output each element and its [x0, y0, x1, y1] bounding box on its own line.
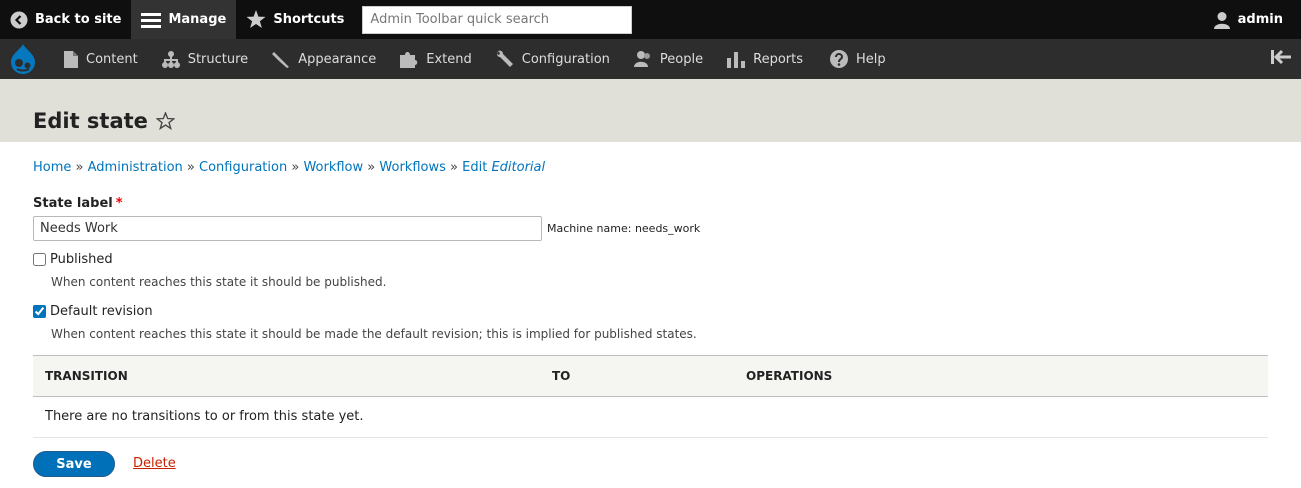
- admin-menu-tray: Content Structure Appearance Extend Conf…: [0, 39, 1301, 79]
- tray-item-label: Appearance: [298, 51, 377, 67]
- user-label: admin: [1237, 12, 1283, 27]
- collapse-left-icon: [1271, 49, 1291, 65]
- admin-toolbar-search-input[interactable]: [362, 5, 633, 34]
- breadcrumb-separator: »: [186, 160, 195, 175]
- shortcuts-tab[interactable]: Shortcuts: [236, 0, 354, 39]
- column-header-operations: OPERATIONS: [746, 369, 833, 383]
- shortcuts-label: Shortcuts: [273, 12, 345, 27]
- state-label-heading: State label *: [33, 196, 123, 211]
- breadcrumb-edit-editorial[interactable]: Edit Editorial: [462, 160, 545, 175]
- help-icon: [830, 50, 848, 68]
- tray-item-reports[interactable]: Reports: [715, 39, 815, 79]
- breadcrumb-edit-emph: Editorial: [491, 160, 546, 175]
- breadcrumb-separator: »: [367, 160, 376, 175]
- required-marker: *: [115, 196, 123, 211]
- user-icon: [1213, 11, 1230, 29]
- breadcrumb-home[interactable]: Home: [33, 160, 71, 175]
- tray-item-help[interactable]: Help: [815, 39, 898, 79]
- breadcrumb: Home » Administration » Configuration » …: [33, 160, 545, 175]
- default-revision-description: When content reaches this state it shoul…: [51, 327, 697, 341]
- table-row: There are no transitions to or from this…: [33, 397, 1268, 438]
- delete-link[interactable]: Delete: [133, 456, 176, 471]
- admin-toolbar: Back to site Manage Shortcuts admin: [0, 0, 1301, 39]
- tray-item-content[interactable]: Content: [46, 39, 150, 79]
- save-button[interactable]: Save: [33, 451, 115, 477]
- breadcrumb-workflows[interactable]: Workflows: [379, 160, 445, 175]
- column-header-transition: TRANSITION: [45, 369, 128, 383]
- state-label-text: State label: [33, 196, 113, 211]
- page-title-wrapper: Edit state: [33, 109, 175, 133]
- user-menu[interactable]: admin: [1203, 0, 1301, 39]
- tray-item-structure[interactable]: Structure: [150, 39, 260, 79]
- default-revision-option[interactable]: Default revision: [33, 304, 153, 319]
- tray-item-people[interactable]: People: [622, 39, 715, 79]
- back-to-site-link[interactable]: Back to site: [0, 0, 131, 39]
- empty-table-message: There are no transitions to or from this…: [45, 409, 364, 424]
- published-description: When content reaches this state it shoul…: [51, 275, 387, 289]
- bar-chart-icon: [727, 52, 746, 68]
- document-icon: [64, 50, 78, 68]
- transitions-table: TRANSITION TO OPERATIONS There are no tr…: [33, 355, 1268, 438]
- back-to-site-label: Back to site: [35, 12, 122, 27]
- breadcrumb-administration[interactable]: Administration: [88, 160, 183, 175]
- manage-label: Manage: [168, 12, 227, 27]
- breadcrumb-configuration[interactable]: Configuration: [199, 160, 287, 175]
- structure-icon: [161, 50, 180, 68]
- machine-name-text: Machine name: needs_work: [547, 222, 701, 235]
- breadcrumb-separator: »: [291, 160, 300, 175]
- tray-item-extend[interactable]: Extend: [388, 39, 484, 79]
- breadcrumb-edit-prefix: Edit: [462, 160, 492, 175]
- star-outline-icon[interactable]: [155, 112, 175, 130]
- tray-item-label: Extend: [426, 51, 472, 67]
- collapse-tray-button[interactable]: [1271, 49, 1291, 69]
- puzzle-icon: [400, 52, 418, 68]
- wrench-icon: [496, 50, 513, 67]
- tray-item-label: Configuration: [521, 51, 610, 67]
- breadcrumb-separator: »: [75, 160, 84, 175]
- page-header: Edit state: [0, 79, 1301, 142]
- tray-item-appearance[interactable]: Appearance: [260, 39, 388, 79]
- tray-item-label: People: [659, 51, 704, 67]
- default-revision-checkbox[interactable]: [33, 305, 46, 318]
- drupal-logo[interactable]: [0, 39, 46, 79]
- breadcrumb-workflow[interactable]: Workflow: [303, 160, 363, 175]
- breadcrumb-separator: »: [450, 160, 458, 175]
- page-title: Edit state: [33, 109, 148, 133]
- column-header-to: TO: [552, 369, 571, 383]
- table-header: TRANSITION TO OPERATIONS: [33, 355, 1268, 397]
- drupal-drop-icon: [11, 44, 35, 74]
- default-revision-label: Default revision: [50, 304, 153, 319]
- tray-item-label: Content: [86, 51, 138, 67]
- hamburger-menu-icon: [141, 12, 162, 28]
- people-icon: [633, 51, 650, 67]
- star-icon: [246, 10, 266, 28]
- published-label: Published: [50, 252, 113, 267]
- published-checkbox[interactable]: [33, 253, 46, 266]
- tray-item-configuration[interactable]: Configuration: [484, 39, 622, 79]
- manage-tab[interactable]: Manage: [131, 0, 237, 39]
- tray-item-label: Help: [856, 51, 886, 67]
- paintbrush-icon: [272, 52, 290, 68]
- back-arrow-icon: [10, 11, 28, 28]
- state-label-input[interactable]: [33, 216, 542, 241]
- tray-item-label: Structure: [187, 51, 249, 67]
- published-option[interactable]: Published: [33, 252, 113, 267]
- tray-item-label: Reports: [753, 51, 803, 67]
